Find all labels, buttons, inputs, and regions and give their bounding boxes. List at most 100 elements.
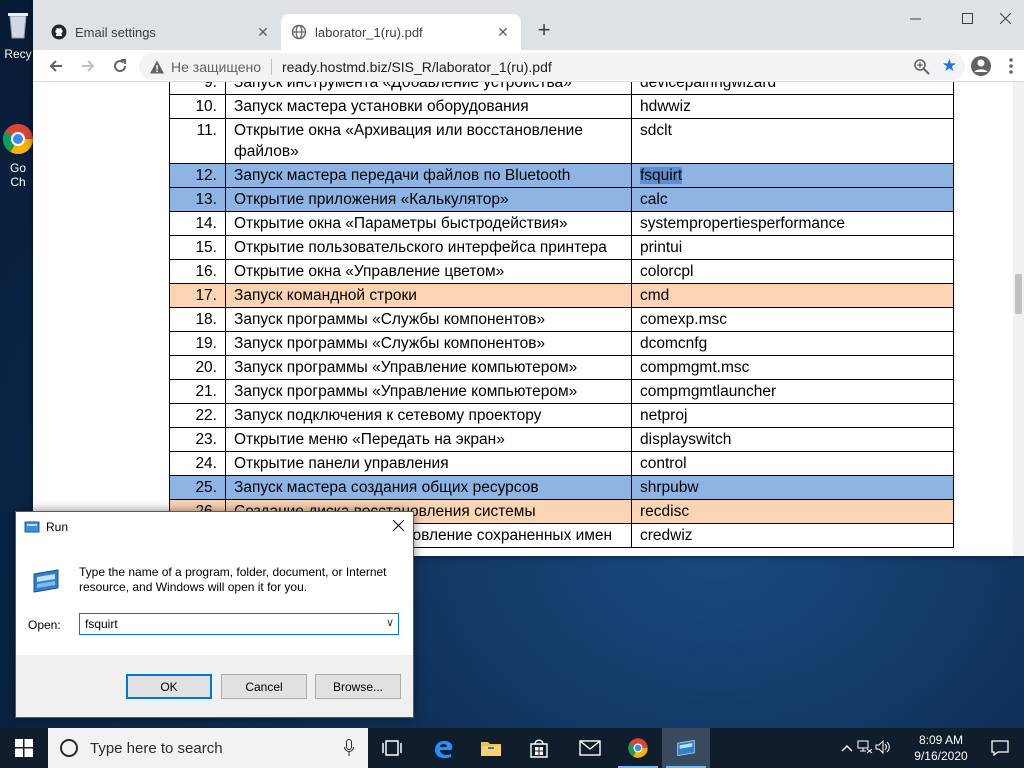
row-description: Запуск программы «Службы компонентов» (225, 307, 632, 332)
folder-icon (481, 742, 501, 756)
run-program-icon (33, 569, 59, 593)
chevron-down-icon[interactable]: ∨ (386, 616, 394, 629)
row-command: colorcpl (631, 259, 954, 284)
zoom-icon[interactable] (913, 58, 931, 76)
row-number: 15. (169, 235, 226, 260)
row-description: Запуск программы «Управление компьютером… (225, 355, 632, 380)
tab-strip: Email settings ✕ laborator_1(ru).pdf ✕ + (33, 0, 1024, 50)
scrollbar[interactable] (1013, 82, 1024, 556)
row-command: devicepairingwizard (631, 82, 954, 95)
forward-button[interactable] (75, 53, 101, 79)
desktop-icon-chrome[interactable]: Go Ch (0, 108, 36, 203)
row-description: Открытие окна «Архивация или восстановле… (225, 118, 632, 164)
url-text[interactable]: ready.hostmd.biz/SIS_R/laborator_1(ru).p… (282, 59, 552, 75)
table-row: 9. Запуск инструмента «Добавление устройс… (169, 82, 954, 95)
windows-logo-icon (15, 739, 33, 757)
edge-icon (435, 740, 453, 759)
table-row: 13. Открытие приложения «Калькулятор» calc (169, 187, 954, 212)
pdf-page: 9. Запуск инструмента «Добавление устройс… (33, 82, 1013, 556)
notification-icon (991, 740, 1009, 756)
reload-icon (114, 59, 127, 73)
security-status[interactable]: Не защищено (165, 58, 272, 75)
tab-close-icon[interactable]: ✕ (255, 24, 271, 40)
taskbar-clock[interactable]: 8:09 AM 9/16/2020 (906, 732, 976, 764)
show-hidden-icons-chevron-up-icon[interactable] (838, 741, 856, 755)
forward-arrow-icon (82, 60, 95, 72)
clock-date: 9/16/2020 (914, 749, 968, 763)
chrome-icon (2, 124, 34, 155)
tab-title: laborator_1(ru).pdf (315, 24, 423, 40)
taskbar-run[interactable] (662, 728, 710, 768)
taskbar-file-explorer[interactable] (467, 728, 515, 768)
row-number: 23. (169, 427, 226, 452)
row-description: Запуск подключения к сетевому проектору (225, 403, 632, 428)
clock-time: 8:09 AM (918, 733, 964, 747)
mail-icon (579, 740, 601, 756)
store-icon (530, 739, 548, 758)
minimize-button[interactable] (893, 0, 937, 36)
account-icon (971, 56, 991, 76)
row-number: 20. (169, 355, 226, 380)
globe-icon (291, 24, 307, 40)
row-command: hdwwiz (631, 94, 954, 119)
start-button[interactable] (0, 728, 48, 768)
cancel-button[interactable]: Cancel (221, 674, 307, 699)
address-bar[interactable]: Не защищено ready.hostmd.biz/SIS_R/labor… (139, 53, 965, 80)
row-number: 25. (169, 475, 226, 500)
commands-table: 9. Запуск инструмента «Добавление устройс… (169, 82, 954, 548)
task-view-button[interactable] (368, 728, 416, 768)
reload-button[interactable] (107, 53, 133, 79)
row-command: cmd (631, 283, 954, 308)
run-close-button[interactable] (383, 512, 413, 542)
run-description: Type the name of a program, folder, docu… (79, 565, 387, 594)
row-command: compmgmt.msc (631, 355, 954, 380)
taskbar-edge[interactable] (419, 728, 467, 768)
network-icon[interactable] (856, 740, 874, 757)
row-command: sdclt (631, 118, 954, 164)
run-title-bar[interactable]: Run (16, 512, 413, 542)
open-input-value[interactable]: fsquirt (85, 617, 118, 631)
ok-button[interactable]: OK (126, 674, 212, 699)
table-row: 20. Запуск программы «Управление компьюте… (169, 355, 954, 380)
row-description: Запуск мастера создания общих ресурсов (225, 475, 632, 500)
open-combobox[interactable]: fsquirt ∨ (79, 613, 399, 635)
table-row: 15. Открытие пользовательского интерфейса… (169, 235, 954, 260)
chrome-icon (628, 738, 648, 758)
tab-title: Email settings (75, 24, 156, 40)
profile-button[interactable] (968, 53, 994, 79)
row-description: Запуск инструмента «Добавление устройств… (225, 82, 632, 95)
tab-close-icon[interactable]: ✕ (495, 24, 511, 40)
tab-email-settings[interactable]: Email settings ✕ (41, 14, 281, 50)
taskbar-store[interactable] (515, 728, 563, 768)
warning-icon[interactable] (149, 59, 165, 75)
new-tab-button[interactable]: + (531, 18, 557, 44)
row-description: Запуск командной строки (225, 283, 632, 308)
back-arrow-icon (49, 60, 62, 72)
bookmark-star-icon[interactable]: ★ (942, 56, 957, 76)
row-number: 18. (169, 307, 226, 332)
row-number: 13. (169, 187, 226, 212)
row-description: Запуск программы «Управление компьютером… (225, 379, 632, 404)
volume-icon[interactable] (874, 739, 892, 757)
back-button[interactable] (43, 53, 69, 79)
taskbar-chrome[interactable] (614, 728, 662, 768)
menu-button[interactable] (998, 53, 1024, 79)
row-description: Открытие панели управления (225, 451, 632, 476)
row-description: Запуск мастера установки оборудования (225, 94, 632, 119)
browser-window: Email settings ✕ laborator_1(ru).pdf ✕ + (33, 0, 1024, 556)
desktop-icon-label: Recy (4, 47, 32, 61)
table-row: 16. Открытие окна «Управление цветом» colo… (169, 259, 954, 284)
row-command: fsquirt (631, 163, 954, 188)
taskbar-search[interactable]: Type here to search (48, 728, 368, 768)
action-center-button[interactable] (976, 728, 1024, 768)
microphone-icon[interactable] (344, 739, 354, 757)
open-label: Open: (28, 618, 61, 632)
pdf-viewer: 9. Запуск инструмента «Добавление устройс… (33, 82, 1024, 556)
scrollbar-thumb[interactable] (1015, 274, 1022, 314)
desktop-icon-recycle-bin[interactable]: Recy (0, 8, 36, 61)
close-window-button[interactable] (983, 0, 1024, 36)
browse-button[interactable]: Browse... (315, 674, 401, 699)
tab-laborator-pdf[interactable]: laborator_1(ru).pdf ✕ (281, 14, 521, 50)
taskbar-mail[interactable] (566, 728, 614, 768)
browser-toolbar: Не защищено ready.hostmd.biz/SIS_R/labor… (33, 50, 1024, 82)
